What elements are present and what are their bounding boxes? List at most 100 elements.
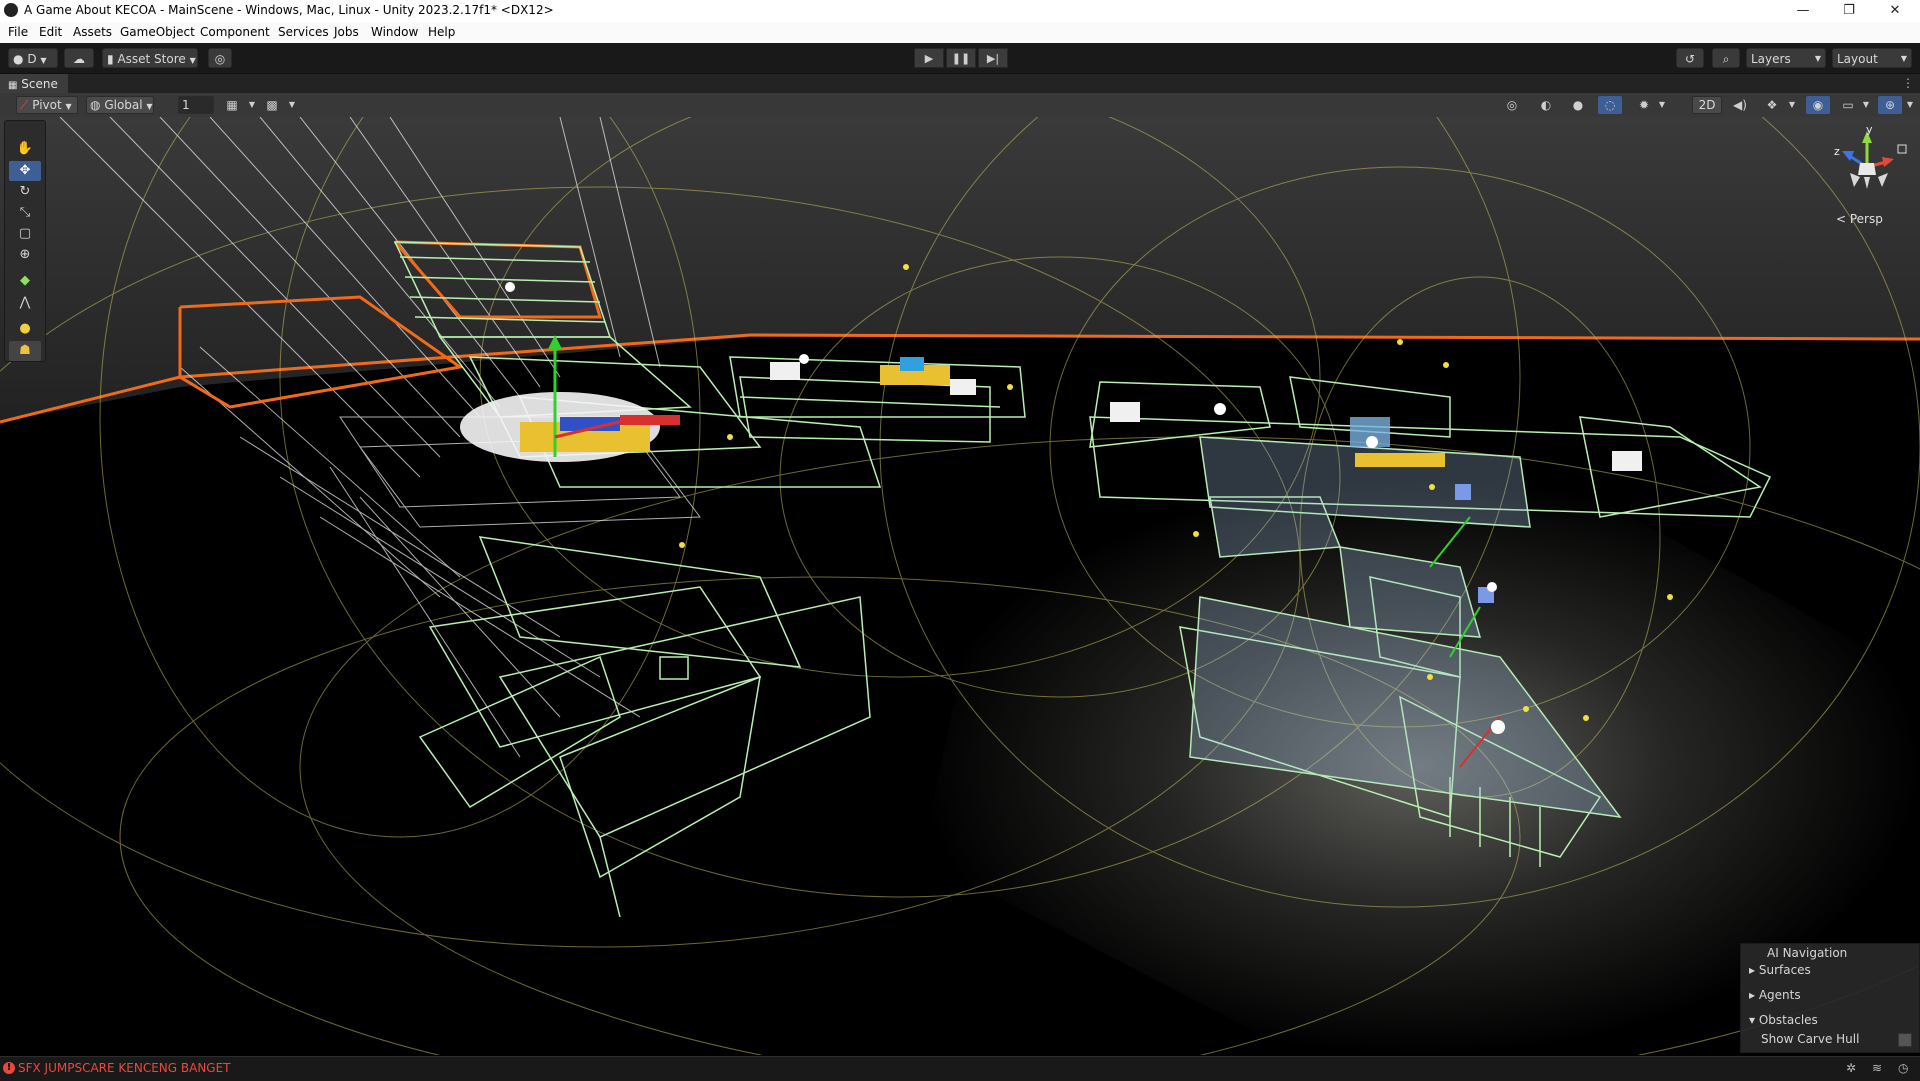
menu-services[interactable]: Services xyxy=(278,25,329,39)
tab-scene-label: Scene xyxy=(21,77,58,91)
layers-label: Layers xyxy=(1751,52,1791,66)
chevron-down-icon[interactable]: ▼ xyxy=(1650,96,1674,114)
account-icon: ● xyxy=(13,52,24,66)
audio-icon[interactable]: ◀) xyxy=(1728,96,1752,114)
asset-store-dropdown[interactable]: ▮ Asset Store ▼ xyxy=(102,48,198,68)
reflection-icon[interactable]: ☗ xyxy=(9,341,41,361)
search-icon: ⌕ xyxy=(1722,52,1730,66)
scene-visibility-icon[interactable]: ◉ xyxy=(1806,96,1830,114)
chevron-down-icon: ▼ xyxy=(146,102,153,111)
menu-help[interactable]: Help xyxy=(428,25,455,39)
shaded-icon[interactable]: ● xyxy=(1566,96,1590,114)
chevron-down-icon: ▼ xyxy=(1900,54,1907,63)
light-probe-icon[interactable]: ● xyxy=(9,319,41,339)
minimize-button[interactable]: — xyxy=(1780,0,1826,22)
chevron-down-icon[interactable]: ▼ xyxy=(1780,96,1804,114)
rotate-tool-icon[interactable]: ↻ xyxy=(9,182,41,202)
step-button[interactable]: ▶| xyxy=(978,48,1008,68)
globe-icon: ◍ xyxy=(90,98,101,112)
chevron-down-icon[interactable]: ▼ xyxy=(1898,96,1920,114)
mode-2d-toggle[interactable]: 2D xyxy=(1692,96,1722,114)
close-button[interactable]: ✕ xyxy=(1872,0,1918,22)
cloud-button[interactable]: ☁ xyxy=(64,48,94,68)
pivot-icon: ⟋ xyxy=(20,98,29,112)
main-toolbar: ● D ▼ ☁ ▮ Asset Store ▼ ◎ ▶ ❚❚ ▶| ↺ ⌕ La… xyxy=(0,43,1920,73)
scene-tab-bar: ▦ Scene ⋮ xyxy=(0,73,1920,94)
layout-dropdown[interactable]: Layout ▼ xyxy=(1832,48,1912,68)
global-label: Global xyxy=(104,98,143,112)
chevron-down-icon: ▼ xyxy=(189,56,196,65)
scene-view-toolbar: ⟋ Pivot ▼ ◍ Global ▼ 1 ▦ ▼ ▩ ▼ ◎ ◐ ● ◌ ✹… xyxy=(0,93,1920,118)
gizmo-x-cone xyxy=(1882,157,1894,167)
lock-icon[interactable] xyxy=(1897,144,1907,154)
pivot-toggle[interactable]: ⟋ Pivot ▼ xyxy=(16,96,78,114)
agents-foldout[interactable]: ▸ Agents xyxy=(1749,988,1801,1002)
progress-icon[interactable]: ◷ xyxy=(1898,1061,1908,1075)
undo-history-button[interactable]: ↺ xyxy=(1676,48,1704,68)
version-control-icon: ◎ xyxy=(214,52,226,66)
history-icon: ↺ xyxy=(1684,52,1696,66)
wireframe-shading-icon[interactable]: ◐ xyxy=(1534,96,1558,114)
chevron-down-icon: ▼ xyxy=(40,56,47,65)
show-carve-hull-checkbox[interactable] xyxy=(1898,1033,1912,1047)
scene-viewport[interactable]: y z < Persp xyxy=(0,117,1920,1055)
perspective-toggle[interactable]: < Persp xyxy=(1836,212,1883,226)
menu-component[interactable]: Component xyxy=(200,25,270,39)
scene-render xyxy=(0,117,1920,1055)
grid-size-field[interactable]: 1 xyxy=(178,96,214,114)
ai-navigation-title: AI Navigation xyxy=(1767,946,1848,960)
tab-scene[interactable]: ▦ Scene xyxy=(0,74,68,94)
surfaces-label: Surfaces xyxy=(1758,963,1811,977)
search-button[interactable]: ⌕ xyxy=(1712,48,1740,68)
probuilder-icon[interactable]: ◆ xyxy=(9,271,41,291)
draw-mode-icon[interactable]: ◎ xyxy=(1500,96,1524,114)
shaded-wireframe-icon[interactable]: ◌ xyxy=(1598,96,1622,114)
transform-tool-icon[interactable]: ⊕ xyxy=(9,245,41,265)
account-dropdown[interactable]: ● D ▼ xyxy=(8,48,58,68)
account-label: D xyxy=(27,52,37,66)
menu-edit[interactable]: Edit xyxy=(39,25,62,39)
lighting-status-icon[interactable]: ≋ xyxy=(1872,1061,1882,1075)
layout-label: Layout xyxy=(1837,52,1878,66)
layers-dropdown[interactable]: Layers ▼ xyxy=(1746,48,1826,68)
window-title: A Game About KECOA - MainScene - Windows… xyxy=(24,3,554,17)
debug-icon[interactable]: ✲ xyxy=(1846,1061,1856,1075)
cloud-icon: ☁ xyxy=(73,52,85,66)
bag-icon: ▮ xyxy=(107,52,114,66)
chevron-down-icon: ▼ xyxy=(1814,54,1821,63)
navmesh-tool-icon[interactable]: ⋀ xyxy=(9,293,41,313)
window-title-bar: A Game About KECOA - MainScene - Windows… xyxy=(0,0,1920,22)
console-message[interactable]: SFX JUMPSCARE KENCENG BANGET xyxy=(18,1061,231,1075)
obstacles-label: Obstacles xyxy=(1758,1013,1818,1027)
hand-tool-icon[interactable]: ✋ xyxy=(9,139,41,159)
move-tool-icon[interactable]: ✥ xyxy=(9,161,41,181)
menu-bar: File Edit Assets GameObject Component Se… xyxy=(0,22,1920,44)
ai-navigation-panel: AI Navigation ▸ Surfaces ▸ Agents ▾ Obst… xyxy=(1740,943,1920,1053)
chevron-down-icon: ▼ xyxy=(65,102,72,111)
version-control-button[interactable]: ◎ xyxy=(208,48,232,68)
gizmo-center-cube xyxy=(1858,163,1876,175)
menu-file[interactable]: File xyxy=(8,25,28,39)
error-icon: ! xyxy=(3,1062,15,1074)
menu-jobs[interactable]: Jobs xyxy=(334,25,359,39)
obstacles-foldout[interactable]: ▾ Obstacles xyxy=(1749,1013,1818,1027)
scale-tool-icon[interactable]: ⤡ xyxy=(9,203,41,223)
agents-label: Agents xyxy=(1758,988,1801,1002)
menu-gameobject[interactable]: GameObject xyxy=(120,25,195,39)
menu-assets[interactable]: Assets xyxy=(73,25,112,39)
gizmo-neg-y-cone xyxy=(1864,177,1870,189)
chevron-down-icon[interactable]: ▼ xyxy=(1854,96,1878,114)
play-button[interactable]: ▶ xyxy=(914,48,944,68)
maximize-button[interactable]: ❐ xyxy=(1826,0,1872,22)
gizmo-z-label: z xyxy=(1834,145,1840,158)
menu-window[interactable]: Window xyxy=(371,25,418,39)
gizmo-neg-z-cone xyxy=(1878,173,1888,187)
pause-button[interactable]: ❚❚ xyxy=(946,48,976,68)
global-toggle[interactable]: ◍ Global ▼ xyxy=(86,96,154,114)
tool-palette: ✋ ✥ ↻ ⤡ ▢ ⊕ ◆ ⋀ ● ☗ xyxy=(4,120,46,362)
rect-tool-icon[interactable]: ▢ xyxy=(9,224,41,244)
asset-store-label: Asset Store xyxy=(117,52,186,66)
surfaces-foldout[interactable]: ▸ Surfaces xyxy=(1749,963,1811,977)
more-options-icon[interactable]: ⋮ xyxy=(1902,76,1914,90)
chevron-down-icon[interactable]: ▼ xyxy=(280,96,304,114)
